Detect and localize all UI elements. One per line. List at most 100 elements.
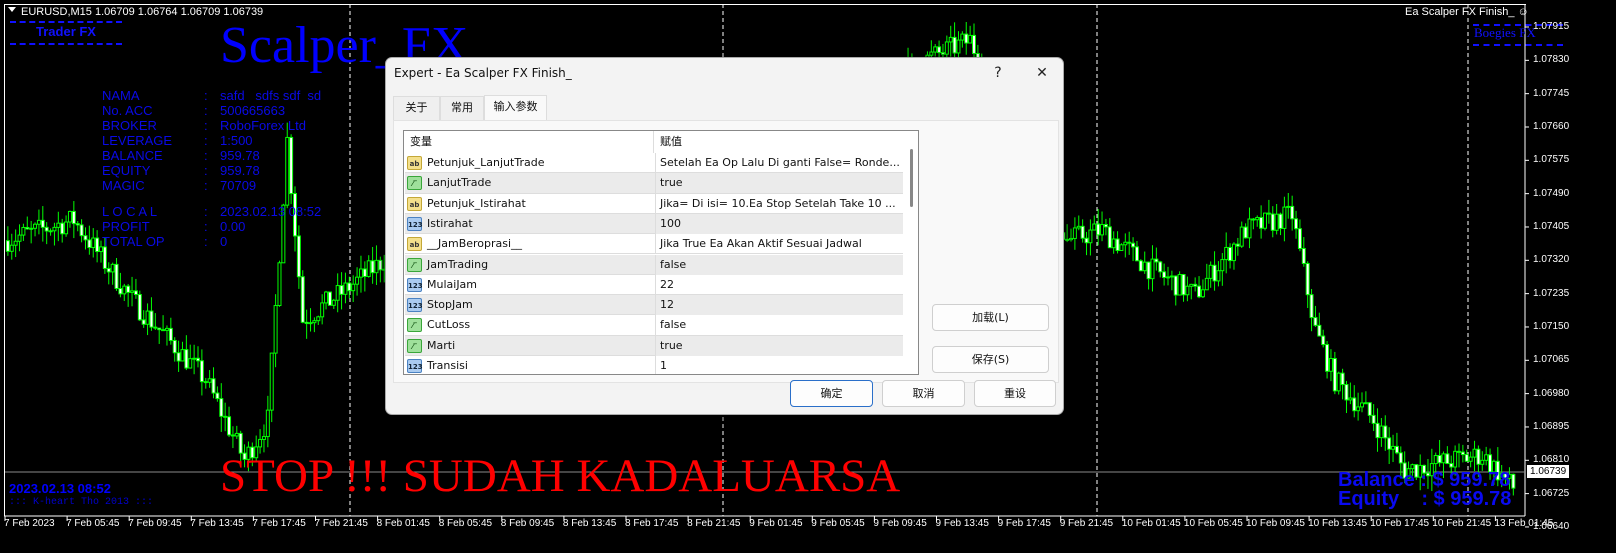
number-type-icon: 123 (407, 298, 423, 313)
info-value: 959.78 (220, 163, 260, 178)
tab-about[interactable]: 关于 (393, 96, 440, 120)
param-name: StopJam (427, 298, 473, 312)
tab-inputs[interactable]: 输入参数 (484, 95, 547, 121)
close-button[interactable]: ✕ (1022, 60, 1062, 86)
ok-button[interactable]: 确定 (790, 380, 873, 407)
param-row[interactable]: ⁄‾ JamTrading false (405, 254, 903, 275)
param-value[interactable]: Setelah Ea Op Lalu Di ganti False= Ronde… (655, 153, 903, 173)
param-row[interactable]: 123 MulaiJam 22 (405, 274, 903, 296)
time-tick-label: 8 Feb 05:45 (438, 518, 493, 529)
credit-label: ::: K-heart Tho 2013 ::: (9, 497, 154, 508)
param-row[interactable]: 123 StopJam 12 (405, 295, 903, 316)
info-value: safd sdfs sdf sd (220, 88, 322, 103)
trader-fx-label: Trader FX (36, 24, 96, 39)
param-row[interactable]: ⁄‾ CutLoss false (405, 315, 903, 336)
time-tick-label: 10 Feb 21:45 (1432, 518, 1492, 529)
reset-button[interactable]: 重设 (974, 380, 1056, 407)
ea-name: Ea Scalper FX Finish_ (1405, 6, 1515, 18)
info-label: BALANCE (102, 148, 163, 163)
cancel-button[interactable]: 取消 (882, 380, 965, 407)
balance-label: Balance : $ 959.78 (1338, 469, 1511, 491)
price-tick-label: 1.06980 (1533, 387, 1570, 399)
param-row[interactable]: ab Petunjuk_LanjutTrade Setelah Ea Op Lalu… (405, 153, 903, 174)
dialog-title: Expert - Ea Scalper FX Finish_ (394, 66, 572, 80)
param-value[interactable]: true (655, 335, 903, 356)
info-label: TOTAL OP (102, 234, 165, 249)
param-value[interactable]: 1 (655, 356, 903, 374)
info-sep: : (204, 178, 208, 193)
number-type-icon: 123 (407, 359, 423, 373)
time-tick-label: 8 Feb 09:45 (500, 518, 555, 529)
param-value[interactable]: false (655, 254, 903, 275)
time-tick-label: 9 Feb 09:45 (873, 518, 927, 529)
string-type-icon: ab (407, 156, 422, 170)
datetime-label: 2023.02.13 08:52 (9, 481, 111, 496)
price-tick-label: 1.06810 (1533, 454, 1570, 466)
tab-common[interactable]: 常用 (440, 96, 484, 120)
column-header-value[interactable]: 赋值 (654, 131, 682, 153)
price-tick-label: 1.06725 (1533, 487, 1570, 499)
info-sep: : (204, 118, 208, 133)
info-value: 1:500 (220, 133, 253, 148)
help-button[interactable]: ? (978, 60, 1018, 86)
param-value[interactable]: 12 (655, 295, 903, 316)
time-tick-label: 7 Feb 05:45 (66, 518, 120, 529)
param-row[interactable]: ab __JamBeroprasi__ Jika True Ea Akan Akti… (405, 234, 903, 255)
divider (10, 43, 122, 45)
info-label: PROFIT (102, 219, 150, 234)
time-tick-label: 9 Feb 01:45 (749, 518, 803, 529)
info-sep: : (204, 219, 208, 234)
scrollbar[interactable] (904, 131, 918, 374)
divider (10, 21, 122, 23)
param-name: LanjutTrade (427, 176, 492, 190)
info-sep: : (204, 103, 208, 118)
param-name: Marti (427, 338, 456, 352)
param-row[interactable]: ⁄‾ LanjutTrade true (405, 173, 903, 194)
scrollbar-thumb[interactable] (910, 149, 913, 207)
column-header-variable[interactable]: 变量 (404, 131, 654, 153)
info-label: EQUITY (102, 163, 151, 178)
param-row[interactable]: 123 Transisi 1 (405, 356, 903, 374)
param-value[interactable]: 22 (655, 274, 903, 295)
time-tick-label: 8 Feb 21:45 (687, 518, 741, 529)
param-value[interactable]: true (655, 173, 903, 194)
load-button[interactable]: 加载(L) (932, 304, 1049, 331)
inputs-table: 变量 赋值 ab Petunjuk_LanjutTrade Setelah Ea O… (403, 130, 919, 375)
price-tick-label: 1.07745 (1533, 87, 1570, 99)
param-value[interactable]: Jika= Di isi= 10.Ea Stop Setelah Take 10… (655, 193, 903, 214)
info-sep: : (204, 148, 208, 163)
param-name: Petunjuk_Istirahat (427, 196, 526, 210)
param-name: Petunjuk_LanjutTrade (427, 156, 545, 169)
time-tick-label: 7 Feb 09:45 (128, 518, 182, 529)
info-label: L O C A L (102, 204, 158, 219)
info-label: NAMA (102, 88, 140, 103)
bool-type-icon: ⁄‾ (407, 257, 422, 272)
time-tick-label: 8 Feb 01:45 (376, 518, 430, 529)
param-value[interactable]: 100 (655, 213, 903, 234)
price-tick-label: 1.07405 (1533, 220, 1570, 232)
param-value[interactable]: false (655, 315, 903, 336)
price-tick-label: 1.07150 (1533, 320, 1570, 332)
info-sep: : (204, 88, 208, 103)
price-tick-label: 1.07915 (1533, 21, 1570, 32)
bool-type-icon: ⁄‾ (407, 318, 422, 333)
info-value: 0.00 (220, 219, 246, 234)
time-tick-label: 7 Feb 21:45 (314, 518, 368, 529)
info-sep: : (204, 163, 208, 178)
equity-label: Equity : $ 959.78 (1338, 488, 1512, 510)
info-value: 959.78 (220, 148, 260, 163)
price-tick-label: 1.07490 (1533, 187, 1570, 199)
info-label: No. ACC (102, 103, 153, 118)
param-row[interactable]: 123 Istirahat 100 (405, 213, 903, 235)
time-tick-label: 10 Feb 01:45 (1121, 518, 1181, 529)
save-button[interactable]: 保存(S) (932, 346, 1049, 373)
info-sep: : (204, 133, 208, 148)
time-tick-label: 10 Feb 05:45 (1183, 518, 1243, 529)
time-tick-label: 9 Feb 13:45 (935, 518, 989, 529)
time-tick-label: 10 Feb 17:45 (1370, 518, 1430, 529)
expired-warning: STOP !!! SUDAH KADALUARSA (220, 450, 901, 502)
param-name: JamTrading (427, 257, 489, 271)
param-row[interactable]: ⁄‾ Marti true (405, 335, 903, 356)
param-value[interactable]: Jika True Ea Akan Aktif Sesuai Jadwal (655, 234, 903, 255)
param-row[interactable]: ab Petunjuk_Istirahat Jika= Di isi= 10.Ea … (405, 193, 903, 214)
